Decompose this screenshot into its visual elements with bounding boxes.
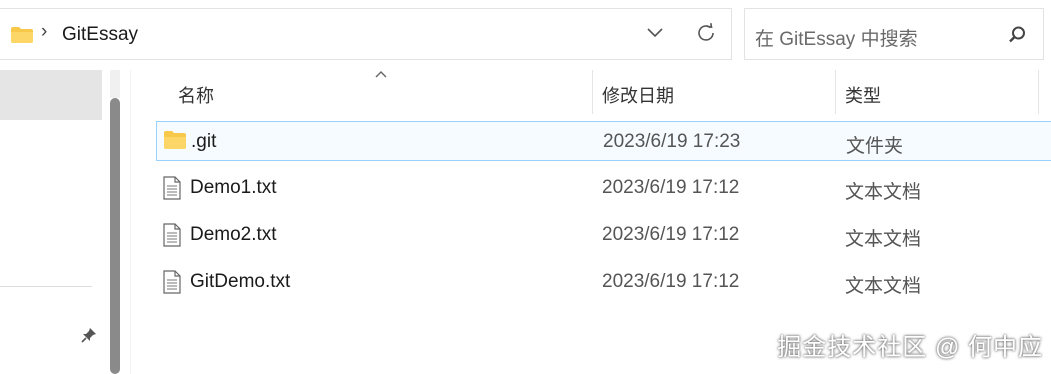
file-date: 2023/6/19 17:12: [602, 271, 740, 292]
refresh-icon[interactable]: [694, 21, 718, 50]
file-row[interactable]: GitDemo.txt 2023/6/19 17:12 文本文档: [156, 262, 1051, 302]
file-name: .git: [191, 131, 217, 152]
column-name[interactable]: 名称: [178, 82, 214, 108]
file-type: 文本文档: [845, 182, 922, 203]
search-box[interactable]: 在 GitEssay 中搜索: [744, 8, 1044, 60]
column-type[interactable]: 类型: [845, 82, 881, 108]
search-icon[interactable]: [1007, 25, 1027, 50]
scrollbar-track: [110, 70, 120, 98]
column-separator[interactable]: [592, 70, 593, 114]
breadcrumb-separator: ›: [41, 21, 48, 42]
chevron-down-icon[interactable]: [645, 26, 665, 45]
text-file-icon: [162, 270, 182, 299]
file-row[interactable]: Demo2.txt 2023/6/19 17:12 文本文档: [156, 215, 1051, 255]
nav-divider: [0, 286, 92, 287]
file-date: 2023/6/19 17:12: [602, 224, 740, 245]
column-separator[interactable]: [1038, 70, 1039, 114]
column-date[interactable]: 修改日期: [602, 82, 674, 108]
text-file-icon: [162, 223, 182, 252]
folder-icon: [163, 130, 187, 155]
file-row[interactable]: .git 2023/6/19 17:23 文件夹: [156, 121, 1051, 161]
file-name: Demo2.txt: [190, 224, 277, 245]
search-input[interactable]: 在 GitEssay 中搜索: [755, 24, 918, 51]
pin-icon[interactable]: [80, 326, 98, 349]
file-type: 文本文档: [845, 276, 922, 297]
pane-divider: [130, 70, 131, 374]
navigation-pane: [0, 70, 122, 374]
file-date: 2023/6/19 17:12: [602, 177, 740, 198]
column-separator[interactable]: [835, 70, 836, 114]
file-type: 文件夹: [846, 136, 904, 157]
file-name: Demo1.txt: [190, 177, 277, 198]
scrollbar-thumb[interactable]: [110, 98, 120, 374]
address-bar[interactable]: › GitEssay: [0, 8, 732, 60]
folder-icon: [10, 26, 34, 49]
file-row[interactable]: Demo1.txt 2023/6/19 17:12 文本文档: [156, 168, 1051, 208]
file-name: GitDemo.txt: [190, 271, 291, 292]
nav-item-selected[interactable]: [0, 70, 102, 120]
text-file-icon: [162, 176, 182, 205]
file-date: 2023/6/19 17:23: [603, 131, 741, 152]
breadcrumb-current[interactable]: GitEssay: [62, 24, 138, 46]
watermark: 掘金技术社区 @ 何中应: [777, 334, 1043, 361]
column-header: 名称 修改日期 类型: [132, 70, 1051, 114]
sort-up-icon: [374, 66, 388, 84]
file-type: 文本文档: [845, 229, 922, 250]
